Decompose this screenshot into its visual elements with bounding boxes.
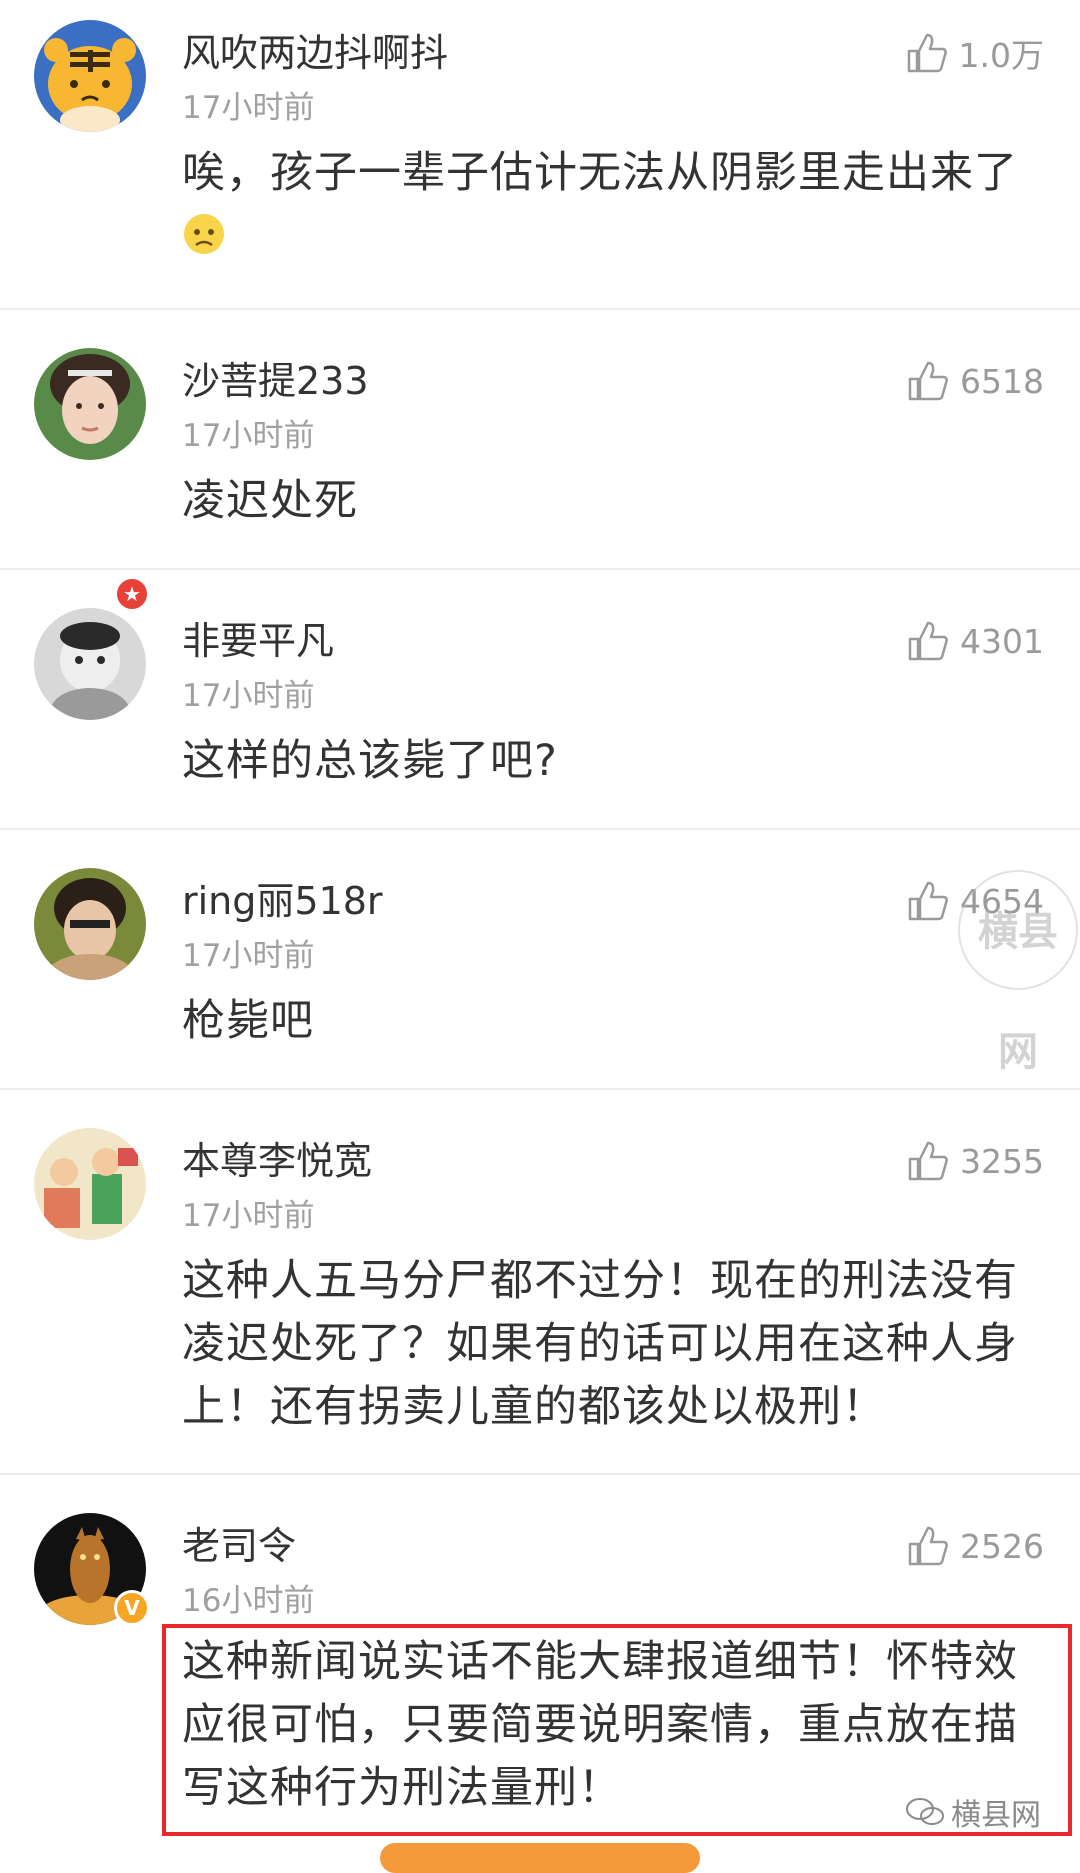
- sad-face-emoji-icon: [184, 214, 224, 254]
- username[interactable]: 沙菩提233: [182, 350, 369, 405]
- comment-item: ring丽518r 4654 17小时前 枪毙吧: [0, 830, 1080, 1090]
- timestamp: 17小时前: [182, 90, 315, 126]
- wechat-icon: [906, 1798, 944, 1825]
- thumbs-up-icon: [908, 881, 948, 921]
- like-count: 4301: [960, 621, 1044, 661]
- like-button[interactable]: 1.0万: [905, 28, 1044, 78]
- timestamp: 16小时前: [182, 1583, 315, 1619]
- like-count: 6518: [960, 361, 1044, 401]
- username[interactable]: ring丽518r: [182, 870, 383, 925]
- like-count: 3255: [960, 1141, 1044, 1181]
- watermark-brand: 横县网: [905, 1790, 1041, 1834]
- like-count: 2526: [960, 1526, 1044, 1566]
- username[interactable]: 风吹两边抖啊抖: [182, 22, 448, 77]
- like-count: 1.0万: [958, 36, 1044, 75]
- thumbs-up-icon: [908, 1526, 948, 1566]
- like-button[interactable]: 4301: [906, 616, 1044, 666]
- comment-item: 本尊李悦宽 3255 17小时前 这种人五马分尸都不过分！现在的刑法没有凌迟处死…: [0, 1090, 1080, 1475]
- comment-text-content: 唉，孩子一辈子估计无法从阴影里走出来了: [182, 148, 1018, 198]
- timestamp: 17小时前: [182, 1198, 315, 1234]
- comment-item: ★ 非要平凡 4301 17小时前 这样的总该毙了吧?: [0, 570, 1080, 830]
- thumbs-up-icon: [907, 33, 947, 73]
- username[interactable]: 非要平凡: [182, 610, 334, 665]
- avatar[interactable]: [34, 1128, 146, 1240]
- verified-badge-icon: ★: [114, 576, 150, 612]
- user-photo-icon: [34, 608, 146, 720]
- username[interactable]: 本尊李悦宽: [182, 1130, 372, 1185]
- user-photo-icon: [34, 348, 146, 460]
- user-photo-icon: [34, 1128, 146, 1240]
- tiger-avatar-icon: [34, 20, 146, 132]
- username[interactable]: 老司令: [182, 1515, 296, 1570]
- comment-text: 这种人五马分尸都不过分！现在的刑法没有凌迟处死了？如果有的话可以用在这种人身上！…: [182, 1256, 1018, 1432]
- comment-text: 枪毙吧: [182, 996, 314, 1046]
- user-photo-icon: [34, 868, 146, 980]
- bottom-action-bar[interactable]: [380, 1843, 700, 1873]
- thumbs-up-icon: [908, 1141, 948, 1181]
- like-button[interactable]: 2526: [906, 1521, 1044, 1571]
- avatar[interactable]: [34, 608, 146, 720]
- like-button[interactable]: 3255: [906, 1136, 1044, 1186]
- thumbs-up-icon: [908, 621, 948, 661]
- watermark-brand-text: 横县网: [951, 1798, 1041, 1833]
- timestamp: 17小时前: [182, 418, 315, 454]
- verified-badge-icon: V: [114, 1590, 150, 1626]
- watermark-stamp: 横县网: [958, 870, 1078, 1075]
- thumbs-up-icon: [908, 361, 948, 401]
- comment-text: 这样的总该毙了吧?: [182, 736, 558, 786]
- comment-text: 凌迟处死: [182, 476, 358, 526]
- comment-text: 唉，孩子一辈子估计无法从阴影里走出来了: [182, 142, 1048, 268]
- comment-item: 风吹两边抖啊抖 1.0万 17小时前 唉，孩子一辈子估计无法从阴影里走出来了: [0, 0, 1080, 310]
- avatar[interactable]: [34, 20, 146, 132]
- avatar[interactable]: [34, 348, 146, 460]
- comment-item: 沙菩提233 6518 17小时前 凌迟处死: [0, 310, 1080, 570]
- like-button[interactable]: 6518: [906, 356, 1044, 406]
- avatar[interactable]: [34, 868, 146, 980]
- timestamp: 17小时前: [182, 938, 315, 974]
- timestamp: 17小时前: [182, 678, 315, 714]
